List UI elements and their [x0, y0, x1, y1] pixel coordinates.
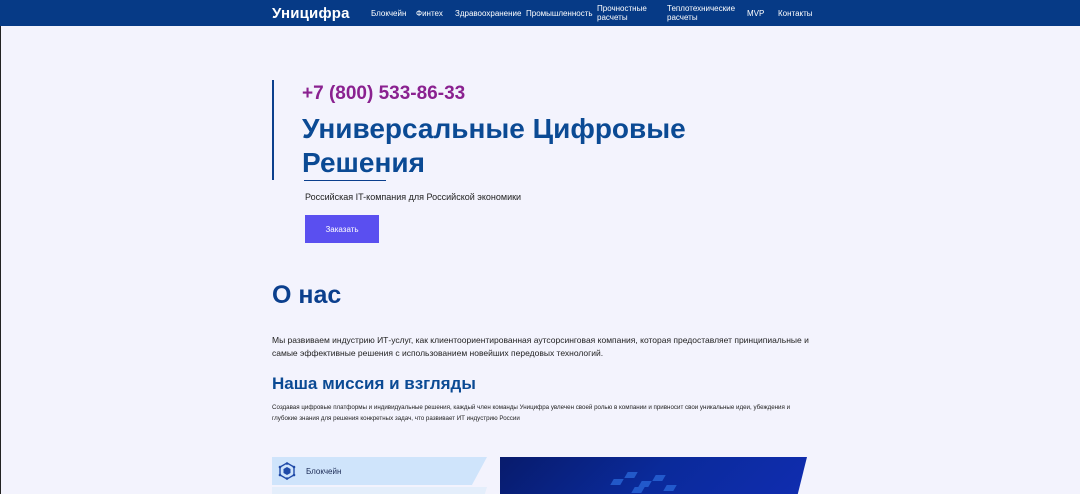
illustration-block	[624, 472, 638, 478]
mission-text: Создавая цифровые платформы и индивидуал…	[272, 404, 791, 422]
hero-phone[interactable]: +7 (800) 533-86-33	[302, 83, 465, 105]
logo[interactable]: Уницифра	[272, 5, 350, 22]
nav-fintech[interactable]: Финтех	[416, 9, 443, 18]
nav-contacts[interactable]: Контакты	[778, 9, 813, 18]
hero-title: Универсальные Цифровые Решения	[302, 113, 686, 178]
service-tab-label: Блокчейн	[306, 466, 342, 476]
illustration-block	[631, 487, 645, 493]
blockchain-icon	[278, 462, 296, 480]
service-tab-blockchain[interactable]: Блокчейн	[272, 457, 487, 485]
nav-strength-calc[interactable]: Прочностные расчеты	[597, 4, 652, 22]
nav-healthcare[interactable]: Здравоохранение	[455, 9, 521, 18]
nav-industry[interactable]: Промышленность	[526, 9, 593, 18]
hero-title-underline	[304, 180, 386, 181]
order-button[interactable]: Заказать	[305, 215, 379, 243]
nav-mvp[interactable]: MVP	[747, 9, 764, 18]
service-illustration	[500, 457, 807, 494]
site-header: Уницифра Блокчейн Финтех Здравоохранение…	[0, 0, 1080, 26]
hero-left-rule	[272, 80, 274, 180]
illustration-block	[663, 485, 677, 491]
about-text: Мы развиваем индустрию ИТ-услуг, как кли…	[272, 335, 809, 358]
nav-blockchain[interactable]: Блокчейн	[371, 9, 406, 18]
hero-subtitle: Российская IT-компания для Российской эк…	[305, 192, 522, 202]
service-tab-next[interactable]	[272, 487, 487, 494]
nav-thermal-calc[interactable]: Теплотехнические расчеты	[667, 4, 735, 22]
mission-title: Наша миссия и взгляды	[272, 374, 476, 393]
illustration-block	[652, 475, 666, 481]
about-title: О нас	[272, 281, 342, 309]
page-edge	[0, 26, 1, 494]
illustration-block	[610, 479, 624, 485]
